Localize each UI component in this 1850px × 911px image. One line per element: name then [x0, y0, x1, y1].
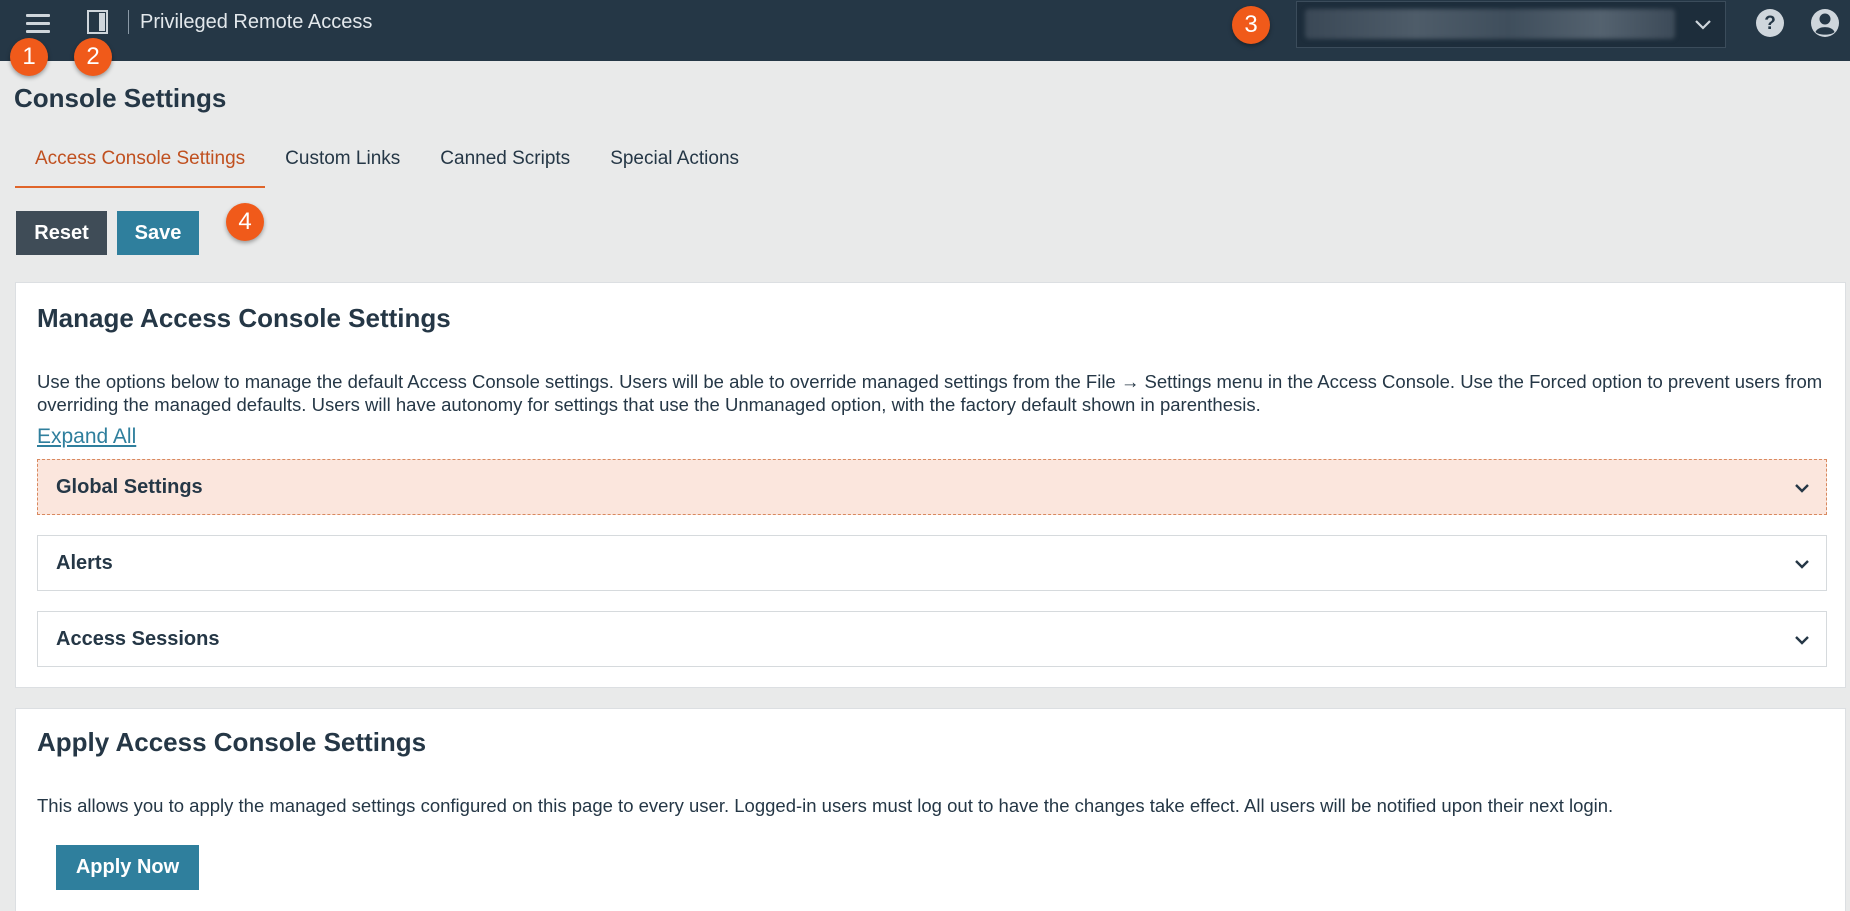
top-bar: Privileged Remote Access ? — [0, 0, 1850, 61]
svg-text:?: ? — [1764, 13, 1776, 34]
expand-all-link[interactable]: Expand All — [37, 425, 136, 449]
user-icon[interactable] — [1810, 8, 1840, 38]
callout-4: 4 — [226, 203, 264, 241]
manage-settings-description-line1: Use the options below to manage the defa… — [37, 371, 1823, 392]
callout-2: 2 — [74, 38, 112, 76]
chevron-down-icon — [1795, 484, 1809, 493]
apply-settings-title: Apply Access Console Settings — [37, 727, 427, 757]
manage-settings-description-line2: overriding the managed defaults. Users w… — [37, 394, 1261, 415]
tab-access-console-settings[interactable]: Access Console Settings — [15, 138, 266, 188]
apply-settings-card: Apply Access Console Settings This allow… — [15, 708, 1846, 911]
callout-1: 1 — [10, 38, 48, 76]
manage-settings-card: Manage Access Console Settings Use the o… — [15, 282, 1846, 688]
app-title: Privileged Remote Access — [140, 11, 373, 33]
chevron-down-icon — [1695, 20, 1711, 30]
accordion-global-settings[interactable]: Global Settings — [37, 459, 1827, 515]
accordion-label: Access Sessions — [56, 628, 220, 650]
save-button[interactable]: Save — [117, 211, 199, 255]
accordion-label: Alerts — [56, 552, 113, 574]
page-title: Console Settings — [14, 83, 227, 113]
tab-canned-scripts[interactable]: Canned Scripts — [420, 138, 590, 188]
manage-settings-title: Manage Access Console Settings — [37, 303, 451, 333]
help-icon[interactable]: ? — [1755, 8, 1785, 38]
menu-icon[interactable] — [24, 10, 54, 40]
accordion-access-sessions[interactable]: Access Sessions — [37, 611, 1827, 667]
tab-custom-links[interactable]: Custom Links — [265, 138, 420, 188]
panel-toggle-icon[interactable] — [86, 9, 110, 35]
apply-now-button[interactable]: Apply Now — [56, 845, 199, 890]
apply-settings-description: This allows you to apply the managed set… — [37, 795, 1614, 816]
accordion-label: Global Settings — [56, 476, 203, 498]
redacted-site-name — [1305, 9, 1675, 39]
accordion-alerts[interactable]: Alerts — [37, 535, 1827, 591]
callout-3: 3 — [1232, 6, 1270, 44]
settings-tabs: Access Console Settings Custom Links Can… — [15, 138, 759, 188]
reset-button[interactable]: Reset — [16, 211, 107, 255]
tab-special-actions[interactable]: Special Actions — [590, 138, 759, 188]
chevron-down-icon — [1795, 636, 1809, 645]
site-selector-dropdown[interactable] — [1296, 1, 1726, 48]
title-divider — [128, 10, 129, 34]
chevron-down-icon — [1795, 560, 1809, 569]
